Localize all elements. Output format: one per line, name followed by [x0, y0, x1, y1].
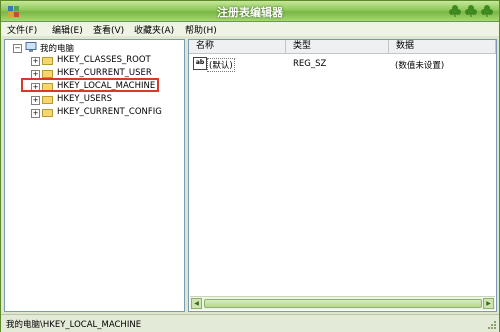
folder-icon	[42, 57, 53, 65]
menu-bar: 文件(F) 编辑(E) 查看(V) 收藏夹(A) 帮助(H)	[1, 22, 499, 36]
collapse-icon[interactable]: −	[13, 44, 22, 53]
tree-item-label: HKEY_CURRENT_CONFIG	[57, 107, 162, 117]
folder-icon	[42, 96, 53, 104]
scroll-left-arrow-icon[interactable]: ◀	[191, 298, 202, 309]
string-value-icon: ab	[193, 57, 207, 70]
menu-favorites[interactable]: 收藏夹(A)	[134, 23, 174, 36]
value-data-cell: (数值未设置)	[395, 61, 445, 71]
tree-item-label: HKEY_CURRENT_USER	[57, 68, 152, 78]
column-header-name[interactable]: 名称	[189, 40, 286, 54]
column-header-type[interactable]: 类型	[286, 40, 389, 54]
folder-icon	[42, 109, 53, 117]
values-pane[interactable]: 名称 类型 数据 ab (默认) REG_SZ (数值未设置) ◀ ▶	[188, 39, 497, 312]
scroll-right-arrow-icon[interactable]: ▶	[483, 298, 494, 309]
status-path: 我的电脑\HKEY_LOCAL_MACHINE	[6, 320, 142, 330]
resize-grip-icon[interactable]	[487, 320, 497, 330]
horizontal-scrollbar[interactable]: ◀ ▶	[190, 296, 495, 310]
menu-file[interactable]: 文件(F)	[7, 23, 37, 36]
window-title: 注册表编辑器	[217, 6, 283, 19]
tree-item-hku[interactable]: + HKEY_USERS	[5, 94, 184, 106]
highlight-box	[21, 78, 159, 92]
maximize-clover-icon[interactable]	[464, 4, 478, 18]
menu-help[interactable]: 帮助(H)	[185, 23, 217, 36]
folder-icon	[42, 70, 53, 78]
expand-icon[interactable]: +	[31, 96, 40, 105]
expand-icon[interactable]: +	[31, 109, 40, 118]
tree-item-label: HKEY_USERS	[57, 94, 113, 104]
status-bar: 我的电脑\HKEY_LOCAL_MACHINE	[1, 314, 499, 332]
computer-icon	[25, 42, 37, 52]
column-header-data[interactable]: 数据	[389, 40, 496, 54]
scrollbar-thumb[interactable]	[204, 299, 482, 308]
tree-root[interactable]: − 我的电脑	[5, 42, 184, 54]
minimize-clover-icon[interactable]	[448, 4, 462, 18]
expand-icon[interactable]: +	[31, 57, 40, 66]
value-name-cell[interactable]: (默认)	[207, 58, 235, 72]
tree-item-hkcr[interactable]: + HKEY_CLASSES_ROOT	[5, 55, 184, 67]
regedit-window: 注册表编辑器 文件(F) 编辑(E) 查看(V) 收藏夹(A) 帮助(H) − …	[0, 0, 500, 332]
tree-item-label: HKEY_CLASSES_ROOT	[57, 55, 151, 65]
tree-root-label: 我的电脑	[40, 44, 75, 54]
menu-edit[interactable]: 编辑(E)	[52, 23, 83, 36]
tree-item-hkcc[interactable]: + HKEY_CURRENT_CONFIG	[5, 107, 184, 119]
title-bar[interactable]: 注册表编辑器	[1, 1, 499, 22]
menu-view[interactable]: 查看(V)	[93, 23, 124, 36]
close-clover-icon[interactable]	[480, 4, 494, 18]
value-type-cell: REG_SZ	[293, 59, 327, 69]
